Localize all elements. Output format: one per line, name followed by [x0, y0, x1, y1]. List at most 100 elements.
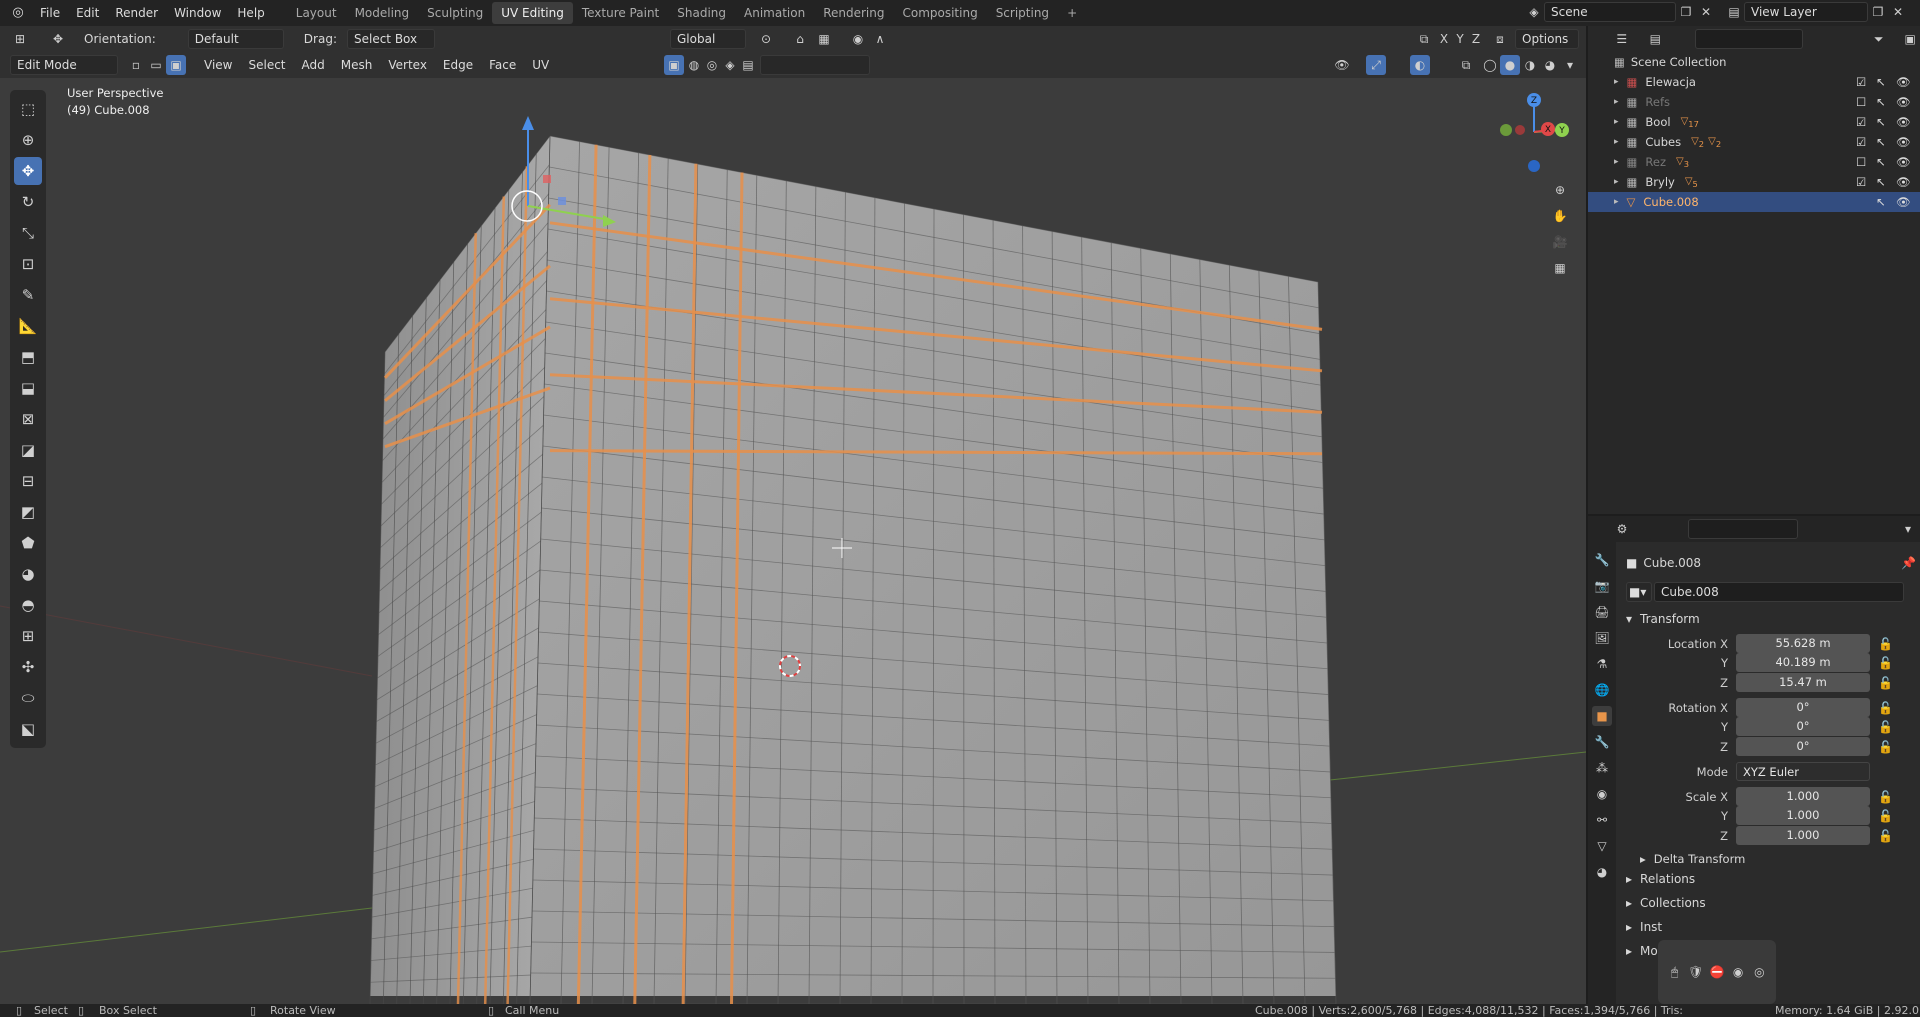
- blender-logo-icon[interactable]: ◎: [10, 5, 26, 21]
- tab-shading[interactable]: Shading: [668, 2, 735, 24]
- exclude-checkbox[interactable]: ☑: [1856, 135, 1866, 149]
- xray-icon[interactable]: ⧉: [1456, 55, 1476, 75]
- expand-arrow-icon[interactable]: ▸: [1614, 197, 1619, 207]
- poly-build-tool-icon[interactable]: ⬟: [14, 529, 42, 557]
- view-layer-icon[interactable]: ▤: [1724, 2, 1744, 22]
- expand-arrow-icon[interactable]: ▸: [1614, 177, 1619, 187]
- rotation-y-field[interactable]: 0°: [1736, 717, 1870, 736]
- modifier-tab-icon[interactable]: 🔧: [1592, 732, 1612, 752]
- transform-header[interactable]: Transform: [1640, 612, 1700, 626]
- menu-mesh[interactable]: Mesh: [333, 54, 381, 76]
- menu-window[interactable]: Window: [166, 2, 229, 24]
- exclude-checkbox[interactable]: ☑: [1856, 175, 1866, 189]
- properties-editor-icon[interactable]: ⚙: [1612, 519, 1632, 539]
- gizmo-toggle-icon[interactable]: ⤢: [1366, 55, 1386, 75]
- menu-edge[interactable]: Edge: [435, 54, 481, 76]
- overlay-toggle-icon[interactable]: ◐: [1410, 55, 1430, 75]
- delta-transform-subpanel[interactable]: ▸ Delta Transform: [1640, 852, 1745, 866]
- location-z-field[interactable]: 15.47 m: [1736, 673, 1870, 692]
- zoom-icon[interactable]: ⊕: [1550, 180, 1570, 200]
- menu-vertex[interactable]: Vertex: [380, 54, 435, 76]
- menu-view[interactable]: View: [196, 54, 240, 76]
- scene-icon[interactable]: ◈: [1524, 2, 1544, 22]
- mesh-canvas[interactable]: [0, 26, 1586, 1004]
- view-layer-tab-icon[interactable]: 🖼: [1592, 628, 1612, 648]
- new-collection-icon[interactable]: ▣: [1900, 29, 1920, 49]
- particles-tab-icon[interactable]: ⁂: [1592, 758, 1612, 778]
- gizmo-neg-x-ball[interactable]: [1515, 125, 1525, 135]
- select-box-tool-icon[interactable]: ⬚: [14, 95, 42, 123]
- tab-rendering[interactable]: Rendering: [814, 2, 893, 24]
- uv-face-mode-icon[interactable]: ◈: [720, 55, 740, 75]
- gizmo-plane-handle[interactable]: [543, 175, 551, 183]
- properties-menu-icon[interactable]: ▾: [1898, 519, 1918, 539]
- selectable-arrow-icon[interactable]: ↖: [1876, 115, 1886, 129]
- expand-arrow-icon[interactable]: ▸: [1614, 137, 1619, 147]
- gizmo-neg-z-ball[interactable]: [1528, 160, 1540, 172]
- menu-select[interactable]: Select: [240, 54, 293, 76]
- scale-y-field[interactable]: 1.000: [1736, 806, 1870, 825]
- view-layer-close-icon[interactable]: ✕: [1888, 2, 1908, 22]
- outliner-item[interactable]: ▸ ▦ Elewacja ☑ ↖ 👁: [1588, 72, 1920, 92]
- view-layer-copy-icon[interactable]: ❐: [1868, 2, 1888, 22]
- exclude-checkbox[interactable]: ☐: [1856, 155, 1866, 169]
- menu-render[interactable]: Render: [107, 2, 166, 24]
- uv-island-mode-icon[interactable]: ▤: [738, 55, 758, 75]
- location-x-field[interactable]: 55.628 m: [1736, 634, 1870, 653]
- exclude-checkbox[interactable]: ☑: [1856, 75, 1866, 89]
- chrome-icon[interactable]: ◎: [1749, 962, 1769, 982]
- tab-uv-editing[interactable]: UV Editing: [492, 2, 573, 24]
- tab-modeling[interactable]: Modeling: [346, 2, 419, 24]
- scene-copy-icon[interactable]: ❐: [1676, 2, 1696, 22]
- exclude-checkbox[interactable]: ☑: [1856, 115, 1866, 129]
- rendered-shading-icon[interactable]: ◕: [1540, 55, 1560, 75]
- falloff-icon[interactable]: ∧: [870, 29, 890, 49]
- drag-dropdown[interactable]: Select Box: [346, 29, 435, 49]
- expand-arrow-icon[interactable]: ▸: [1614, 97, 1619, 107]
- auto-merge-icon[interactable]: ⧈: [1490, 29, 1510, 49]
- transform-expand-icon[interactable]: ▾: [1626, 612, 1632, 626]
- inset-tool-icon[interactable]: ⊠: [14, 405, 42, 433]
- rotate-tool-icon[interactable]: ↻: [14, 188, 42, 216]
- camera-icon[interactable]: 🎥: [1550, 232, 1570, 252]
- visibility-eye-icon[interactable]: 👁: [1896, 175, 1911, 189]
- gizmo-z-arrow[interactable]: [522, 116, 534, 130]
- location-y-field[interactable]: 40.189 m: [1736, 653, 1870, 672]
- material-shading-icon[interactable]: ◑: [1520, 55, 1540, 75]
- lock-icon[interactable]: 🔓: [1878, 809, 1893, 823]
- hidden-icon[interactable]: ⛔: [1707, 962, 1727, 982]
- visibility-eye-icon[interactable]: 👁: [1896, 195, 1911, 209]
- loop-cut-tool-icon[interactable]: ⊟: [14, 467, 42, 495]
- tab-texture-paint[interactable]: Texture Paint: [573, 2, 668, 24]
- collections-panel[interactable]: ▸ Collections: [1626, 896, 1706, 910]
- output-tab-icon[interactable]: 🖨: [1592, 602, 1612, 622]
- options-dropdown[interactable]: Options: [1515, 29, 1579, 49]
- tab-layout[interactable]: Layout: [287, 2, 346, 24]
- edge-select-icon[interactable]: ▭: [146, 55, 166, 75]
- physics-tab-icon[interactable]: ◉: [1592, 784, 1612, 804]
- uv-search-input[interactable]: [760, 55, 870, 75]
- snap-icon[interactable]: ⌂: [790, 29, 810, 49]
- datablock-type-icon[interactable]: ■▾: [1626, 582, 1652, 602]
- constraints-tab-icon[interactable]: ⚯: [1592, 810, 1612, 830]
- outliner-item[interactable]: ▸ ▦ Bool ▽17 ☑ ↖ 👁: [1588, 112, 1920, 132]
- selectable-arrow-icon[interactable]: ↖: [1876, 195, 1886, 209]
- object-name-field[interactable]: Cube.008: [1654, 582, 1904, 602]
- menu-face[interactable]: Face: [481, 54, 524, 76]
- measure-tool-icon[interactable]: 📐: [14, 312, 42, 340]
- edge-slide-tool-icon[interactable]: ⊞: [14, 622, 42, 650]
- visibility-eye-icon[interactable]: 👁: [1896, 115, 1911, 129]
- extrude-tool-icon[interactable]: ⬓: [14, 374, 42, 402]
- expand-arrow-icon[interactable]: ▸: [1614, 117, 1619, 127]
- vertex-select-icon[interactable]: ▫: [126, 55, 146, 75]
- exclude-checkbox[interactable]: ☐: [1856, 95, 1866, 109]
- expand-arrow-icon[interactable]: ▸: [1614, 157, 1619, 167]
- scene-close-icon[interactable]: ✕: [1696, 2, 1716, 22]
- cursor-tool-icon[interactable]: ⊕: [14, 126, 42, 154]
- outliner-root[interactable]: ▦ Scene Collection: [1588, 52, 1920, 72]
- move-tool-icon[interactable]: ✥: [48, 29, 68, 49]
- proportional-edit-icon[interactable]: ◉: [848, 29, 868, 49]
- outliner-item[interactable]: ▸ ▦ Cubes ▽2 ▽2 ☑ ↖ 👁: [1588, 132, 1920, 152]
- rotation-x-field[interactable]: 0°: [1736, 698, 1870, 717]
- motion-paths-panel[interactable]: ▸ Mot: [1626, 944, 1662, 958]
